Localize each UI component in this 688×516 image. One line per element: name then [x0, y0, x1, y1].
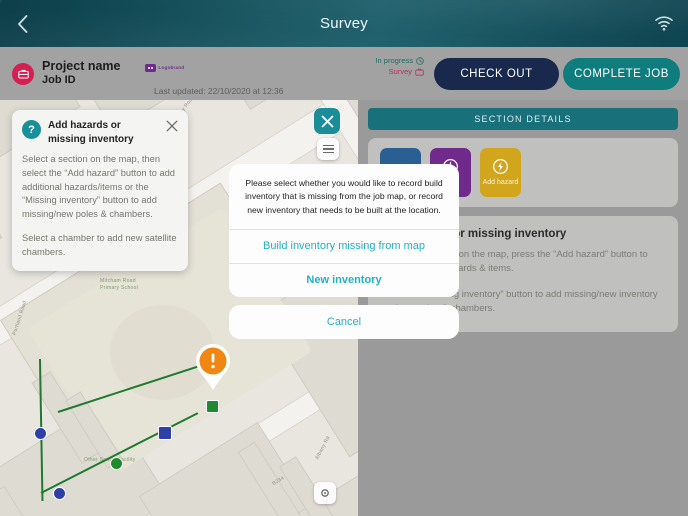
locate-icon	[321, 489, 329, 497]
brand-mark-icon	[144, 63, 156, 72]
page-title: Survey	[320, 15, 368, 32]
map-node-pole[interactable]	[53, 487, 66, 500]
help-paragraph-2: Select a chamber to add new satellite ch…	[22, 232, 177, 257]
close-icon	[166, 120, 178, 132]
map-node-joint[interactable]	[158, 426, 172, 440]
status-type-row: Survey	[375, 67, 424, 78]
briefcase-icon	[17, 69, 29, 78]
status-type-label: Survey	[388, 66, 412, 76]
status-progress-row: In progress	[375, 56, 424, 67]
help-card-title: Add hazards or missing inventory	[48, 120, 134, 145]
briefcase-icon	[415, 69, 424, 76]
help-card-close-button[interactable]	[166, 120, 178, 134]
dialog-message: Please select whether you would like to …	[245, 178, 443, 215]
brand-logo: Logobrand	[144, 63, 185, 72]
add-hazard-tile[interactable]: Add hazard	[480, 148, 521, 197]
project-name: Project name	[42, 58, 121, 73]
map-close-button[interactable]	[314, 108, 340, 134]
map-node-chamber[interactable]	[110, 457, 123, 470]
job-header-bar: Project name Job ID Logobrand Last updat…	[0, 47, 688, 100]
job-identity: Project name Job ID	[42, 59, 121, 88]
close-icon	[321, 115, 333, 127]
inventory-choice-dialog: Please select whether you would like to …	[229, 164, 459, 339]
question-mark-icon: ?	[22, 120, 41, 139]
check-out-button[interactable]: CHECK OUT	[434, 58, 559, 90]
lightning-bolt-icon	[493, 159, 508, 175]
dialog-sheet: Please select whether you would like to …	[229, 164, 459, 297]
add-hazard-tile-label: Add hazard	[482, 179, 519, 187]
chevron-left-icon	[17, 14, 27, 33]
help-card-header: ? Add hazards or missing inventory	[22, 119, 178, 146]
map-node-pole[interactable]	[34, 427, 47, 440]
top-navbar: Survey	[0, 0, 688, 47]
map-label: Primary School	[100, 285, 139, 291]
job-status-group: In progress Survey	[375, 56, 424, 78]
hazard-exclamation-icon	[196, 343, 230, 390]
job-id: Job ID	[42, 74, 76, 87]
brand-label: Logobrand	[158, 65, 185, 70]
cancel-button[interactable]: Cancel	[229, 304, 459, 339]
help-paragraph-1: Select a section on the map, then select…	[22, 154, 175, 219]
map-layers-button[interactable]	[317, 138, 339, 160]
status-progress-label: In progress	[375, 56, 413, 65]
last-updated-text: Last updated: 22/10/2020 at 12:36	[154, 86, 284, 96]
wifi-icon[interactable]	[654, 14, 674, 32]
map-node-chamber-selected[interactable]	[206, 400, 219, 413]
section-details-header[interactable]: SECTION DETAILS	[368, 108, 678, 130]
avatar	[12, 62, 34, 85]
hazard-pin[interactable]	[193, 343, 233, 391]
back-button[interactable]	[0, 0, 44, 47]
map-label: Mitcham Road	[100, 278, 136, 284]
help-card-body: Select a section on the map, then select…	[22, 153, 178, 259]
map-locate-button[interactable]	[314, 482, 336, 504]
build-inventory-missing-button[interactable]: Build inventory missing from map	[229, 228, 459, 263]
clock-icon	[416, 57, 424, 66]
help-tooltip-card: ? Add hazards or missing inventory Selec…	[12, 110, 188, 272]
complete-job-button[interactable]: COMPLETE JOB	[563, 58, 680, 90]
new-inventory-button[interactable]: New inventory	[229, 262, 459, 297]
app-root: Survey Project name Job ID Logobrand Las…	[0, 0, 688, 516]
